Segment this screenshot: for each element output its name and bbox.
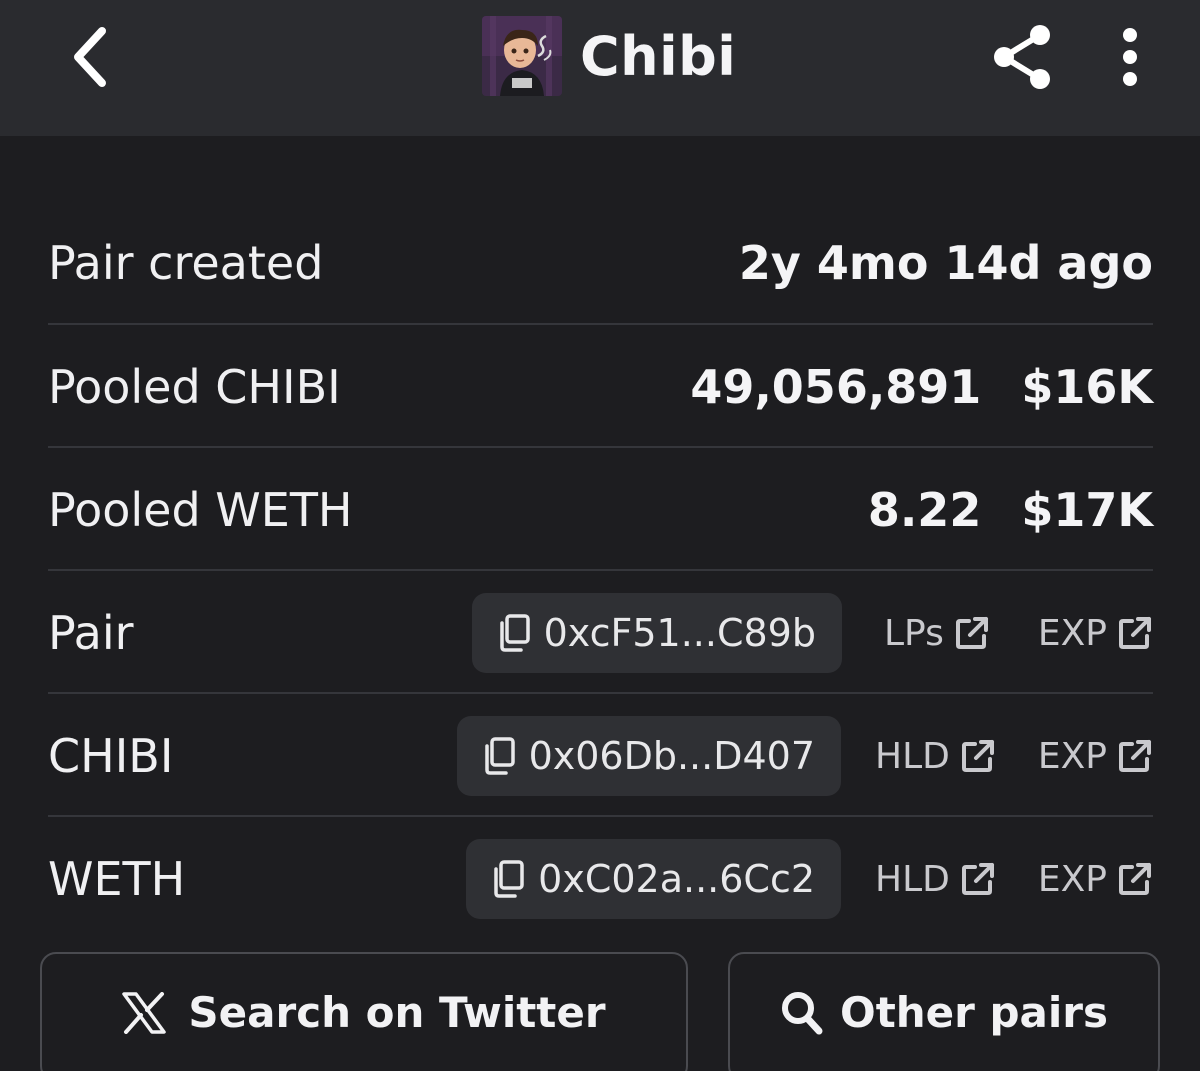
chibi-explorer-label: EXP [1037,735,1107,777]
copy-icon [490,859,526,899]
copy-icon [496,613,532,653]
weth-address-row: WETH 0xC02a...6Cc2 HLD EXP [48,818,1153,940]
pair-address-text: 0xcF51...C89b [543,611,816,655]
token-title: Chibi [580,24,737,88]
pooled-weth-label: Pooled WETH [48,483,353,537]
weth-holders-link[interactable]: HLD [875,859,996,900]
token-avatar [482,16,562,96]
back-button[interactable] [60,22,120,92]
page: Chibi Pair created 2y 4mo 14d ago Pooled… [0,0,1200,1071]
pooled-chibi-amount: 49,056,891 [690,360,982,414]
pooled-weth-row: Pooled WETH 8.22 $17K [48,449,1153,571]
external-link-icon [1117,615,1153,651]
external-link-icon [1117,861,1153,897]
chibi-address-row: CHIBI 0x06Db...D407 HLD EXP [48,695,1153,817]
pair-lps-label: LPs [883,612,944,654]
pair-address-label: Pair [48,606,134,660]
pair-address-row: Pair 0xcF51...C89b LPs EXP [48,572,1153,694]
search-icon [780,988,824,1038]
divider [48,692,1153,694]
pooled-chibi-usd: $16K [1021,360,1153,414]
pair-address-copy-button[interactable]: 0xcF51...C89b [471,593,842,673]
chibi-holders-link[interactable]: HLD [875,736,996,777]
chibi-address-copy-button[interactable]: 0x06Db...D407 [456,716,842,796]
weth-address-text: 0xC02a...6Cc2 [538,857,816,901]
pooled-weth-amount: 8.22 [867,483,982,537]
external-link-icon [1117,738,1153,774]
external-link-icon [954,615,990,651]
weth-explorer-link[interactable]: EXP [1038,859,1153,900]
weth-holders-label: HLD [875,858,950,900]
divider [48,569,1153,571]
pooled-chibi-label: Pooled CHIBI [48,360,341,414]
divider [48,446,1153,448]
search-on-twitter-label: Search on Twitter [188,988,606,1037]
weth-explorer-label: EXP [1037,858,1107,900]
share-icon [994,25,1050,89]
other-pairs-button[interactable]: Other pairs [728,952,1160,1071]
pooled-chibi-row: Pooled CHIBI 49,056,891 $16K [48,326,1153,448]
weth-address-copy-button[interactable]: 0xC02a...6Cc2 [466,839,842,919]
copy-icon [481,736,517,776]
chibi-address-label: CHIBI [48,729,174,783]
more-options-button[interactable] [1106,22,1154,92]
other-pairs-label: Other pairs [839,988,1109,1037]
pair-lps-link[interactable]: LPs [884,613,990,654]
search-on-twitter-button[interactable]: Search on Twitter [40,952,688,1071]
top-bar: Chibi [0,0,1200,136]
more-vertical-icon [1123,28,1137,86]
chibi-address-text: 0x06Db...D407 [528,734,816,778]
chibi-explorer-link[interactable]: EXP [1038,736,1153,777]
pair-created-row: Pair created 2y 4mo 14d ago [48,202,1153,324]
pair-created-value: 2y 4mo 14d ago [738,236,1153,290]
token-title-group: Chibi [482,16,736,96]
external-link-icon [960,738,996,774]
pair-explorer-label: EXP [1037,612,1107,654]
chibi-holders-label: HLD [875,735,950,777]
pair-created-label: Pair created [48,236,324,290]
chevron-left-icon [74,27,106,87]
divider [48,323,1153,325]
pair-explorer-link[interactable]: EXP [1038,613,1153,654]
external-link-icon [960,861,996,897]
x-logo-icon [122,988,167,1038]
weth-address-label: WETH [48,852,186,906]
pooled-weth-usd: $17K [1021,483,1153,537]
share-button[interactable] [988,22,1056,92]
divider [48,815,1153,817]
